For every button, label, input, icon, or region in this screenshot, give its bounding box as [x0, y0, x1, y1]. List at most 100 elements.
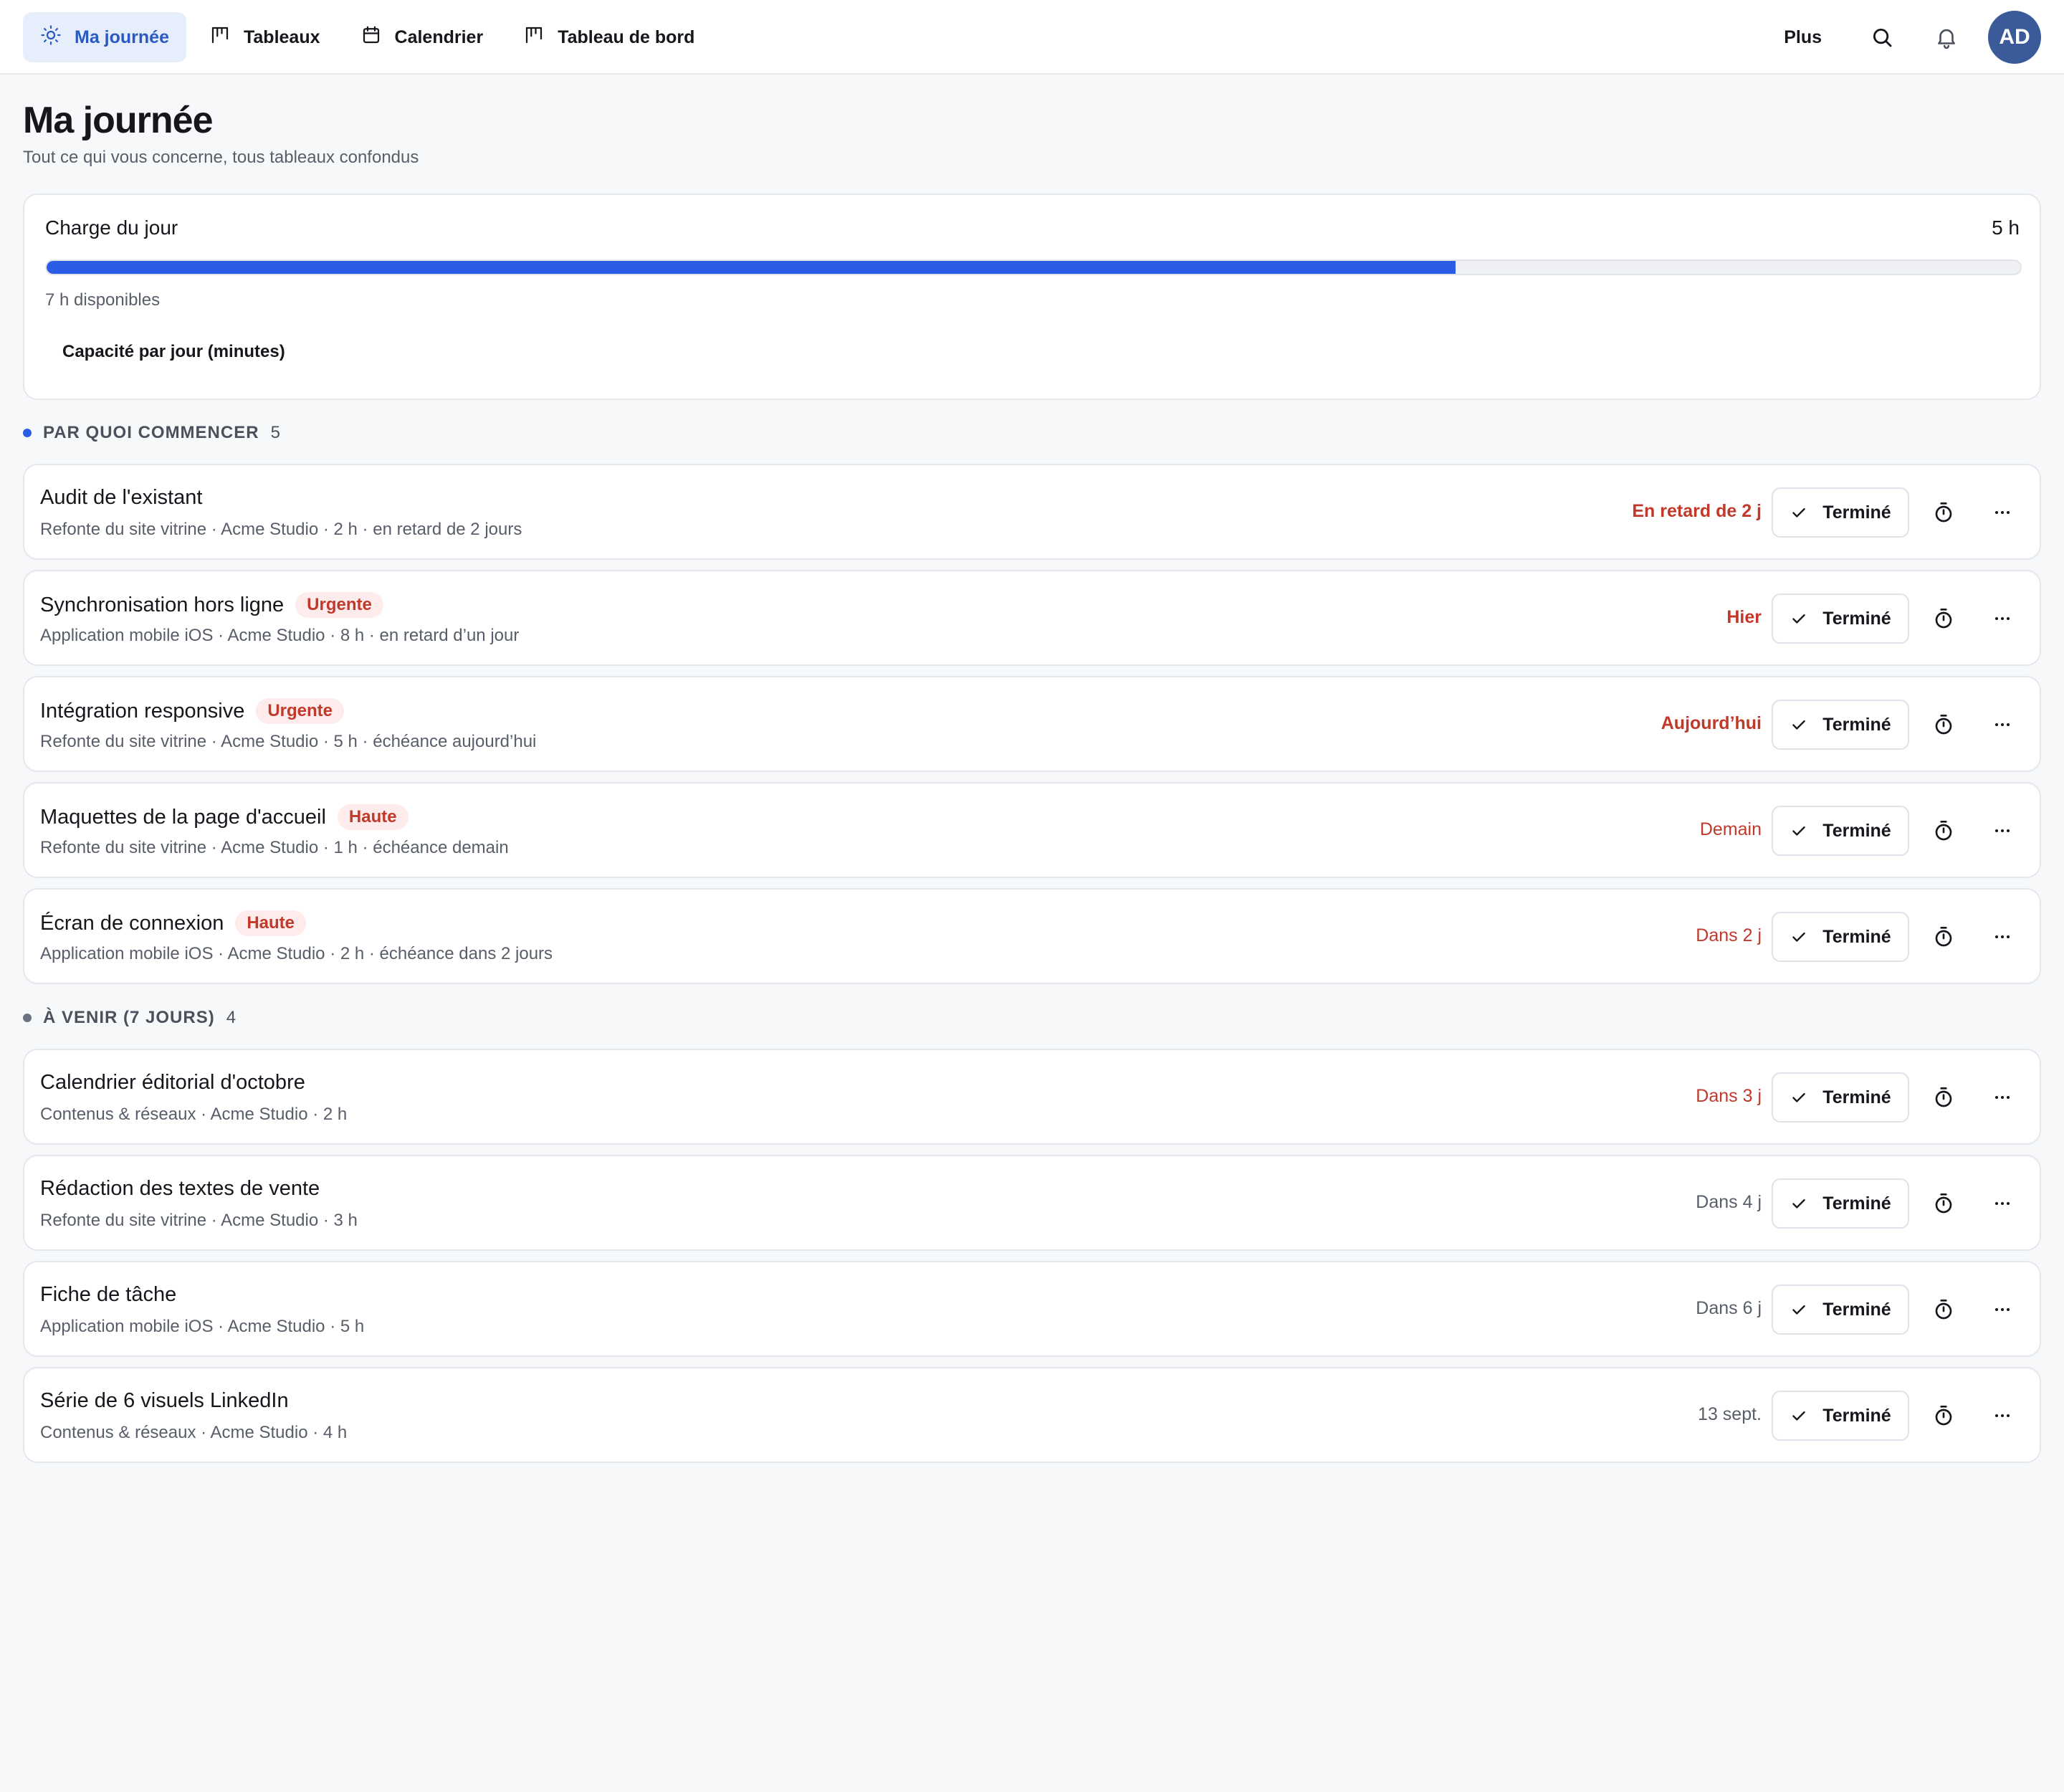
- mark-done-label: Terminé: [1822, 502, 1891, 523]
- timer-button[interactable]: [1932, 1298, 1955, 1321]
- mark-done-label: Terminé: [1822, 820, 1891, 841]
- check-icon: [1790, 928, 1808, 946]
- section-header: À VENIR (7 JOURS) 4: [23, 1008, 236, 1028]
- task-more-button[interactable]: [1994, 1409, 2011, 1423]
- timer-button[interactable]: [1932, 925, 1955, 948]
- task-title: Audit de l'existant: [40, 486, 203, 509]
- task-title-row: Synchronisation hors ligne Urgente: [40, 592, 383, 618]
- mark-done-button[interactable]: Terminé: [1772, 700, 1909, 750]
- task-card[interactable]: Audit de l'existant Refonte du site vitri…: [23, 464, 2041, 560]
- search-button[interactable]: [1855, 10, 1909, 65]
- timer-button[interactable]: [1932, 501, 1955, 524]
- mark-done-button[interactable]: Terminé: [1772, 1285, 1909, 1335]
- task-title: Synchronisation hors ligne: [40, 593, 285, 616]
- section-dot: [23, 1014, 32, 1022]
- more-horizontal-icon: [1994, 718, 2011, 732]
- task-more-button[interactable]: [1994, 718, 2011, 732]
- task-card[interactable]: Intégration responsive Urgente Refonte du …: [23, 676, 2041, 772]
- more-horizontal-icon: [1994, 1196, 2011, 1211]
- timer-button[interactable]: [1932, 1192, 1955, 1215]
- sun-icon: [40, 24, 62, 51]
- task-more-button[interactable]: [1994, 930, 2011, 944]
- task-title-row: Maquettes de la page d'accueil Haute: [40, 804, 408, 830]
- task-card[interactable]: Série de 6 visuels LinkedIn Contenus & ré…: [23, 1367, 2041, 1463]
- page-subtitle: Tout ce qui vous concerne, tous tableaux…: [23, 148, 419, 167]
- task-card[interactable]: Synchronisation hors ligne Urgente Applica…: [23, 570, 2041, 666]
- nav-item-tableaux[interactable]: Tableaux: [192, 12, 338, 62]
- task-title: Maquettes de la page d'accueil: [40, 805, 326, 829]
- task-title: Série de 6 visuels LinkedIn: [40, 1389, 289, 1412]
- more-horizontal-icon: [1994, 1409, 2011, 1423]
- mark-done-label: Terminé: [1822, 1193, 1891, 1214]
- task-more-button[interactable]: [1994, 824, 2011, 838]
- search-icon: [1873, 28, 1892, 47]
- check-icon: [1790, 1300, 1808, 1319]
- mark-done-button[interactable]: Terminé: [1772, 1072, 1909, 1123]
- notifications-button[interactable]: [1919, 10, 1974, 65]
- more-menu-button[interactable]: Plus: [1784, 27, 1822, 48]
- timer-button[interactable]: [1932, 819, 1955, 842]
- nav-item-ma-journee[interactable]: Ma journée: [23, 12, 186, 62]
- nav-item-tableau-de-bord[interactable]: Tableau de bord: [506, 12, 712, 62]
- task-more-button[interactable]: [1994, 1090, 2011, 1105]
- section-label: À VENIR (7 JOURS): [43, 1008, 215, 1027]
- task-title: Écran de connexion: [40, 911, 224, 935]
- task-more-button[interactable]: [1994, 1302, 2011, 1317]
- check-icon: [1790, 715, 1808, 734]
- avatar[interactable]: AD: [1988, 11, 2041, 64]
- section-header: PAR QUOI COMMENCER 5: [23, 423, 280, 443]
- task-meta: Contenus & réseaux · Acme Studio · 4 h: [40, 1423, 348, 1442]
- task-title: Calendrier éditorial d'octobre: [40, 1071, 305, 1094]
- section-dot: [23, 429, 32, 437]
- stopwatch-icon: [1932, 819, 1955, 842]
- stopwatch-icon: [1932, 1086, 1955, 1109]
- task-more-button[interactable]: [1994, 505, 2011, 520]
- task-title-row: Rédaction des textes de vente: [40, 1177, 320, 1201]
- task-title-row: Calendrier éditorial d'octobre: [40, 1071, 305, 1095]
- check-icon: [1790, 1406, 1808, 1425]
- bell-icon: [1938, 29, 1955, 49]
- task-meta: Application mobile iOS · Acme Studio · 5…: [40, 1317, 365, 1336]
- task-meta: Refonte du site vitrine · Acme Studio · …: [40, 732, 537, 751]
- task-card[interactable]: Calendrier éditorial d'octobre Contenus &…: [23, 1049, 2041, 1145]
- daily-load-card: Charge du jour 5 h 7 h disponibles Capac…: [23, 194, 2041, 400]
- timer-button[interactable]: [1932, 607, 1955, 630]
- kanban-icon: [523, 24, 545, 51]
- task-due: Dans 6 j: [1696, 1298, 1762, 1318]
- right-nav: Plus AD: [1784, 10, 2041, 65]
- task-card[interactable]: Maquettes de la page d'accueil Haute Refon…: [23, 782, 2041, 878]
- task-card[interactable]: Rédaction des textes de vente Refonte du …: [23, 1155, 2041, 1251]
- stopwatch-icon: [1932, 925, 1955, 948]
- nav-item-label: Tableaux: [243, 27, 320, 47]
- task-meta: Refonte du site vitrine · Acme Studio · …: [40, 520, 522, 539]
- check-icon: [1790, 1194, 1808, 1213]
- task-title: Rédaction des textes de vente: [40, 1177, 320, 1200]
- mark-done-button[interactable]: Terminé: [1772, 806, 1909, 856]
- task-more-button[interactable]: [1994, 1196, 2011, 1211]
- mark-done-button[interactable]: Terminé: [1772, 912, 1909, 962]
- task-due: Hier: [1726, 607, 1762, 627]
- mark-done-button[interactable]: Terminé: [1772, 1391, 1909, 1441]
- task-card[interactable]: Écran de connexion Haute Application mobil…: [23, 888, 2041, 984]
- load-progress-bar: [45, 259, 2022, 275]
- capacity-setting-button[interactable]: Capacité par jour (minutes): [62, 342, 285, 362]
- timer-button[interactable]: [1932, 1404, 1955, 1427]
- nav-item-calendrier[interactable]: Calendrier: [343, 12, 501, 62]
- timer-button[interactable]: [1932, 713, 1955, 736]
- priority-badge: Haute: [235, 910, 307, 936]
- mark-done-label: Terminé: [1822, 608, 1891, 629]
- top-navigation-bar: Ma journée Tableaux Calendrier Tableau d…: [0, 0, 2064, 75]
- mark-done-button[interactable]: Terminé: [1772, 1178, 1909, 1229]
- task-card[interactable]: Fiche de tâche Application mobile iOS · A…: [23, 1261, 2041, 1357]
- mark-done-button[interactable]: Terminé: [1772, 487, 1909, 538]
- mark-done-label: Terminé: [1822, 1405, 1891, 1426]
- stopwatch-icon: [1932, 1298, 1955, 1321]
- stopwatch-icon: [1932, 501, 1955, 524]
- timer-button[interactable]: [1932, 1086, 1955, 1109]
- task-more-button[interactable]: [1994, 611, 2011, 626]
- check-icon: [1790, 609, 1808, 628]
- task-meta: Application mobile iOS · Acme Studio · 2…: [40, 944, 553, 963]
- nav-item-label: Calendrier: [394, 27, 484, 47]
- load-available: 7 h disponibles: [45, 290, 161, 310]
- mark-done-button[interactable]: Terminé: [1772, 594, 1909, 644]
